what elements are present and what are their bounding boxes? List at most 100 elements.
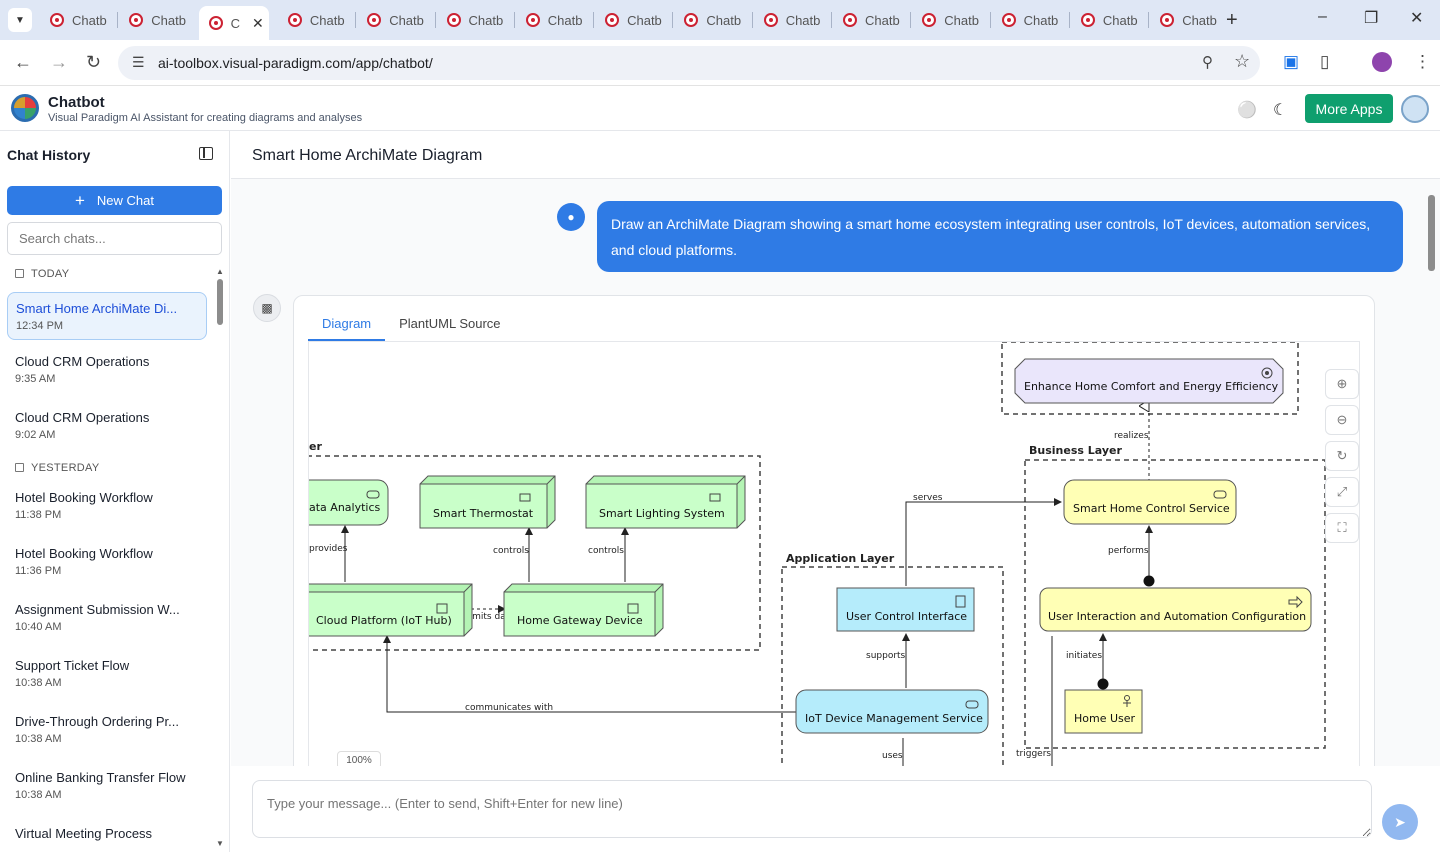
new-chat-button[interactable]: + New Chat bbox=[7, 186, 222, 215]
sidebar-scrollbar[interactable]: ▲ ▼ bbox=[216, 267, 224, 848]
message-input[interactable] bbox=[252, 780, 1372, 838]
scroll-up-icon[interactable]: ▲ bbox=[216, 267, 224, 276]
reload-icon[interactable]: ↻ bbox=[86, 52, 101, 73]
scroll-thumb[interactable] bbox=[217, 279, 223, 325]
chat-history-item[interactable]: Smart Home ArchiMate Di... 12:34 PM bbox=[7, 292, 207, 340]
browser-tab[interactable]: Chatb bbox=[357, 6, 431, 34]
tab-close-icon[interactable]: ✕ bbox=[252, 15, 264, 32]
profile-avatar[interactable] bbox=[1372, 52, 1392, 72]
junction-dot-2 bbox=[1097, 678, 1109, 690]
element-cloud[interactable]: Cloud Platform (IoT Hub) bbox=[309, 583, 473, 637]
chat-history-time: 10:38 AM bbox=[15, 789, 62, 801]
browser-tab[interactable]: Chatb bbox=[1071, 6, 1145, 34]
tab-diagram[interactable]: Diagram bbox=[308, 311, 386, 341]
browser-menu-icon[interactable]: ⋮ bbox=[1414, 52, 1431, 72]
tab-label: Chatb bbox=[309, 12, 345, 28]
element-uiac[interactable]: User Interaction and Automation Configur… bbox=[1039, 587, 1312, 632]
restore-icon[interactable]: ❐ bbox=[1364, 8, 1378, 28]
chat-history-item[interactable]: Assignment Submission W... 10:40 AM bbox=[7, 594, 207, 642]
chat-history-time: 10:40 AM bbox=[15, 621, 62, 633]
chat-history-title: Hotel Booking Workflow bbox=[15, 546, 153, 561]
forward-icon[interactable]: → bbox=[50, 52, 68, 73]
zoom-icon[interactable]: ⚲ bbox=[1202, 53, 1213, 71]
tab-plantuml-source[interactable]: PlantUML Source bbox=[385, 311, 514, 341]
browser-tab[interactable]: Chatb bbox=[278, 6, 352, 34]
extensions-puzzle-icon[interactable]: ▯ bbox=[1320, 52, 1329, 72]
element-thermostat[interactable]: Smart Thermostat bbox=[419, 475, 556, 529]
extension-icon[interactable]: ▣ bbox=[1283, 52, 1299, 72]
app-title: Chatbot bbox=[48, 94, 105, 111]
browser-tab[interactable]: Chatb bbox=[754, 6, 828, 34]
browser-tab[interactable]: Chatb bbox=[992, 6, 1066, 34]
dark-mode-moon-icon[interactable]: ☾ bbox=[1273, 100, 1287, 120]
element-user[interactable]: Home User bbox=[1064, 689, 1143, 734]
browser-tab[interactable]: Chatb bbox=[595, 6, 669, 34]
browser-tab[interactable]: Chatb bbox=[437, 6, 511, 34]
bookmark-star-icon[interactable]: ☆ bbox=[1234, 51, 1250, 72]
chat-history-item[interactable]: Cloud CRM Operations 9:35 AM bbox=[7, 346, 207, 394]
element-uci[interactable]: User Control Interface bbox=[836, 587, 975, 632]
minimize-icon[interactable]: – bbox=[1318, 8, 1327, 26]
chat-history-item[interactable]: Hotel Booking Workflow 11:36 PM bbox=[7, 538, 207, 586]
back-icon[interactable]: ← bbox=[14, 52, 32, 73]
element-analytics[interactable]: ata Analytics bbox=[309, 479, 389, 526]
tab-separator bbox=[910, 12, 912, 28]
bot-avatar[interactable] bbox=[1401, 95, 1429, 123]
browser-tab[interactable]: Chatb bbox=[516, 6, 590, 34]
browser-tab[interactable]: Chatb bbox=[1150, 6, 1224, 34]
sidebar-title: Chat History bbox=[7, 147, 91, 163]
browser-tab[interactable]: Chatb bbox=[674, 6, 748, 34]
send-button[interactable]: ➤ bbox=[1382, 804, 1418, 840]
message-scrollbar[interactable] bbox=[1426, 183, 1438, 761]
user-message: Draw an ArchiMate Diagram showing a smar… bbox=[597, 201, 1403, 272]
chat-history-item[interactable]: Cloud CRM Operations 9:02 AM bbox=[7, 402, 207, 450]
browser-tab[interactable]: C ✕ bbox=[198, 6, 269, 40]
chat-history-item[interactable]: Drive-Through Ordering Pr... 10:38 AM bbox=[7, 706, 207, 754]
fullscreen-icon[interactable]: ⛶ bbox=[1325, 513, 1359, 543]
more-apps-button[interactable]: More Apps bbox=[1305, 94, 1393, 123]
new-tab-button[interactable]: + bbox=[1226, 9, 1238, 32]
history-group-label: YESTERDAY bbox=[15, 462, 100, 474]
message-scroll-thumb[interactable] bbox=[1428, 195, 1435, 271]
zoom-in-icon[interactable]: ⊕ bbox=[1325, 369, 1359, 399]
element-lighting-label: Smart Lighting System bbox=[599, 507, 725, 520]
browser-tab[interactable]: Chatb bbox=[833, 6, 907, 34]
fit-screen-icon[interactable]: ⤢ bbox=[1325, 477, 1359, 507]
chat-history-item[interactable]: Support Ticket Flow 10:38 AM bbox=[7, 650, 207, 698]
diagram-canvas[interactable]: er Application Layer Business Layer real… bbox=[308, 341, 1360, 766]
reset-view-icon[interactable]: ↻ bbox=[1325, 441, 1359, 471]
zoom-out-icon[interactable]: ⊖ bbox=[1325, 405, 1359, 435]
tab-separator bbox=[672, 12, 674, 28]
browser-tab[interactable]: Chatb bbox=[119, 6, 193, 34]
globe-icon[interactable]: ⚪ bbox=[1237, 100, 1257, 120]
url-text[interactable]: ai-toolbox.visual-paradigm.com/app/chatb… bbox=[158, 55, 433, 71]
element-goal[interactable]: Enhance Home Comfort and Energy Efficien… bbox=[1014, 358, 1284, 404]
element-shcs[interactable]: Smart Home Control Service bbox=[1063, 479, 1237, 525]
tab-search-icon[interactable]: ▼ bbox=[8, 8, 32, 32]
search-chats-input[interactable] bbox=[7, 222, 222, 255]
label-initiates: initiates bbox=[1066, 651, 1102, 661]
tab-favicon-icon bbox=[843, 13, 857, 27]
tab-label: Chatb bbox=[627, 12, 662, 28]
omnibox[interactable]: ☰ ai-toolbox.visual-paradigm.com/app/cha… bbox=[118, 46, 1260, 80]
chat-history-item[interactable]: Online Banking Transfer Flow 10:38 AM bbox=[7, 762, 207, 810]
close-window-icon[interactable]: ✕ bbox=[1410, 8, 1423, 28]
element-lighting[interactable]: Smart Lighting System bbox=[585, 475, 746, 529]
chat-history-item[interactable]: Virtual Meeting Process bbox=[7, 818, 207, 852]
history-group-text: TODAY bbox=[31, 268, 70, 280]
browser-tab-bar: ▼ Chatb Chatb C ✕ Chatb Chatb Chatb Chatb Chatb C… bbox=[0, 0, 1440, 40]
chat-history-item[interactable]: Hotel Booking Workflow 11:38 PM bbox=[7, 482, 207, 530]
element-gateway[interactable]: Home Gateway Device bbox=[503, 583, 664, 637]
label-controls-1: controls bbox=[493, 546, 529, 556]
scroll-down-icon[interactable]: ▼ bbox=[216, 839, 224, 848]
sidebar-toggle-icon[interactable] bbox=[199, 147, 213, 160]
label-realizes: realizes bbox=[1114, 431, 1149, 441]
browser-tab[interactable]: Chatb bbox=[912, 6, 986, 34]
site-settings-icon[interactable]: ☰ bbox=[132, 54, 145, 71]
tab-favicon-icon bbox=[605, 13, 620, 27]
element-iotdm[interactable]: IoT Device Management Service bbox=[795, 689, 989, 734]
chat-history-title: Assignment Submission W... bbox=[15, 602, 180, 617]
tab-label: Chatb bbox=[389, 12, 424, 28]
browser-tab[interactable]: Chatb bbox=[40, 6, 114, 34]
zoom-percentage: 100% bbox=[337, 751, 381, 766]
